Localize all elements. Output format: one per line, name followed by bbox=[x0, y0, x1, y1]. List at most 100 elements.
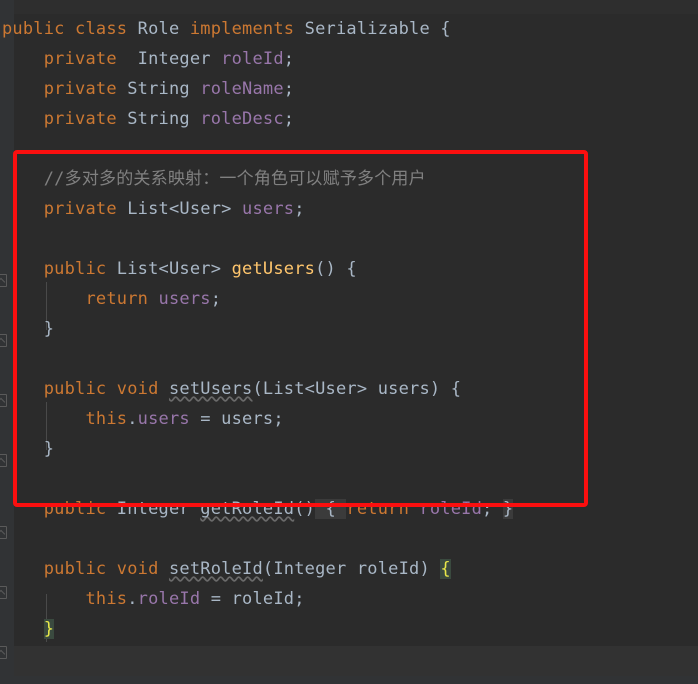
code-token: ) bbox=[419, 559, 441, 579]
code-token: public bbox=[43, 559, 107, 579]
code-token: Integer bbox=[116, 499, 190, 519]
code-token: public bbox=[43, 259, 107, 279]
line-getusers-return[interactable]: return users; bbox=[0, 284, 698, 314]
line-field-users[interactable]: private List<User> users; bbox=[0, 194, 698, 224]
code-token: this bbox=[85, 589, 128, 609]
code-token: List<User> bbox=[127, 199, 232, 219]
line-class-decl[interactable]: public class Role implements Serializabl… bbox=[0, 14, 698, 44]
line-setusers-assign[interactable]: this.users = users; bbox=[0, 404, 698, 434]
code-token: setUsers bbox=[168, 379, 253, 399]
line-setusers-close[interactable]: } bbox=[0, 434, 698, 464]
current-line-highlight bbox=[14, 646, 698, 676]
code-token: return bbox=[346, 499, 409, 519]
code-token: setRoleId bbox=[168, 559, 263, 579]
code-token: = bbox=[200, 589, 232, 609]
code-token: () { bbox=[315, 259, 357, 279]
line-setusers-sig[interactable]: public void setUsers(List<User> users) { bbox=[0, 374, 698, 404]
code-token: public bbox=[43, 499, 107, 519]
line-setroleid-assign[interactable]: this.roleId = roleId; bbox=[0, 584, 698, 614]
code-token: users bbox=[377, 379, 430, 399]
code-token: getUsers bbox=[231, 259, 316, 279]
code-text-area[interactable]: public class Role implements Serializabl… bbox=[0, 14, 698, 644]
code-token: //多对多的关系映射：一个角色可以赋予多个用户 bbox=[43, 169, 426, 189]
fold-marker-class-end-icon[interactable] bbox=[0, 646, 7, 659]
line-blank-1[interactable] bbox=[0, 134, 698, 164]
code-token: roleId bbox=[137, 589, 201, 609]
code-token: } bbox=[502, 499, 514, 519]
code-token: users bbox=[221, 409, 274, 429]
code-token: Integer bbox=[273, 559, 347, 579]
line-setroleid-sig[interactable]: public void setRoleId(Integer roleId) { bbox=[0, 554, 698, 584]
code-token: } bbox=[2, 319, 55, 339]
code-token: users bbox=[137, 409, 190, 429]
line-blank-5[interactable] bbox=[0, 524, 698, 554]
line-field-roleid[interactable]: private Integer roleId; bbox=[0, 44, 698, 74]
line-getusers-close[interactable]: } bbox=[0, 314, 698, 344]
line-blank-2[interactable] bbox=[0, 224, 698, 254]
code-token: roleId bbox=[356, 559, 420, 579]
line-getroleid[interactable]: public Integer getRoleId() { return role… bbox=[0, 494, 698, 524]
line-getusers-sig[interactable]: public List<User> getUsers() { bbox=[0, 254, 698, 284]
code-token: users bbox=[158, 289, 211, 309]
code-token: List<User> bbox=[116, 259, 222, 279]
code-token: . bbox=[127, 409, 138, 429]
code-token: = bbox=[189, 409, 222, 429]
code-token: roleDesc bbox=[200, 109, 284, 129]
code-token: roleId bbox=[419, 499, 483, 519]
code-token: implements bbox=[189, 19, 295, 39]
code-token: ; bbox=[283, 79, 295, 99]
line-field-rolename[interactable]: private String roleName; bbox=[0, 74, 698, 104]
editor-bottom-strip bbox=[0, 676, 698, 684]
line-blank-3[interactable] bbox=[0, 344, 698, 374]
code-token: { bbox=[315, 499, 347, 519]
code-token: { bbox=[429, 19, 451, 39]
code-token: ; bbox=[294, 589, 305, 609]
code-token: void bbox=[116, 559, 159, 579]
code-token: users bbox=[242, 199, 295, 219]
code-token: roleName bbox=[200, 79, 284, 99]
code-token: return bbox=[85, 289, 149, 309]
code-token: class bbox=[75, 19, 128, 39]
code-token: public bbox=[43, 379, 107, 399]
code-token: void bbox=[116, 379, 159, 399]
code-token: private bbox=[43, 79, 117, 99]
code-token: ( bbox=[262, 559, 274, 579]
code-token: roleId bbox=[231, 589, 295, 609]
code-editor[interactable]: public class Role implements Serializabl… bbox=[0, 0, 698, 684]
line-blank-4[interactable] bbox=[0, 464, 698, 494]
code-token: String bbox=[127, 79, 190, 99]
code-token: { bbox=[440, 559, 451, 579]
code-token: . bbox=[127, 589, 138, 609]
line-comment-mapping[interactable]: //多对多的关系映射：一个角色可以赋予多个用户 bbox=[0, 164, 698, 194]
line-class-close[interactable]: } bbox=[0, 614, 698, 644]
code-token: } bbox=[43, 619, 55, 639]
code-token: Integer bbox=[137, 49, 211, 69]
line-field-roledesc[interactable]: private String roleDesc; bbox=[0, 104, 698, 134]
